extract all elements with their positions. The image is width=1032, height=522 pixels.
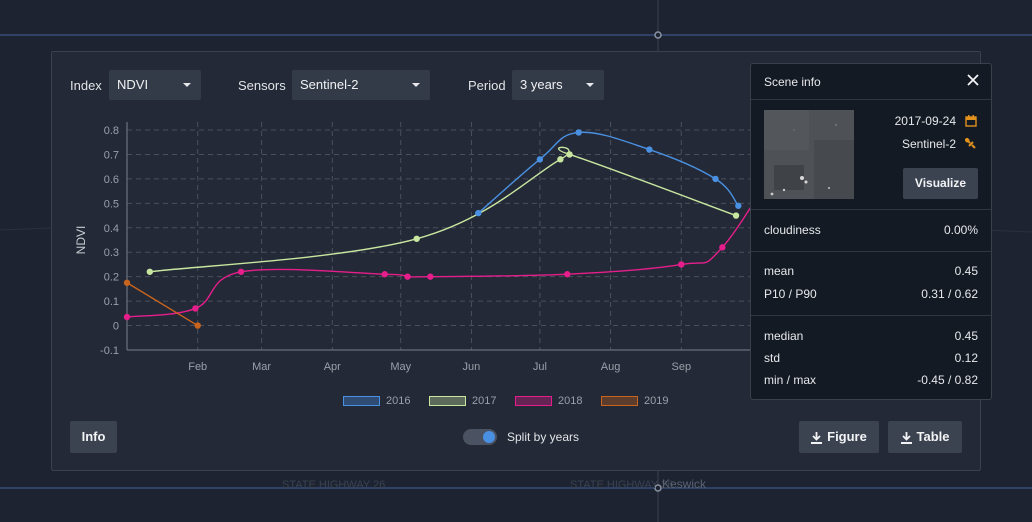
data-point-2018[interactable] [237, 268, 245, 275]
data-point-2016[interactable] [646, 146, 653, 153]
legend-label: 2017 [472, 395, 497, 407]
map-place-label: Keswick [662, 477, 707, 491]
data-point-2018[interactable] [123, 313, 131, 321]
split-by-years-toggle[interactable] [463, 429, 497, 445]
stat-minmax-value: -0.45 / 0.82 [917, 373, 978, 387]
y-tick-label: 0.4 [104, 223, 119, 235]
legend-swatch [515, 396, 552, 406]
download-table-label: Table [916, 429, 950, 444]
data-point-2018[interactable] [427, 273, 434, 280]
data-point-2019[interactable] [194, 322, 201, 329]
x-tick-label: Sep [671, 361, 691, 373]
series-line-2017 [149, 146, 737, 273]
data-point-2017[interactable] [146, 268, 154, 275]
legend-label: 2018 [558, 395, 583, 407]
x-tick-label: Jun [463, 361, 481, 373]
data-point-2017[interactable] [732, 212, 740, 219]
divider [751, 315, 991, 316]
y-tick-label: 0 [113, 321, 119, 333]
y-tick-label: 0.8 [104, 125, 119, 137]
map-road-label: STATE HIGHWAY 26 [282, 479, 386, 491]
satellite-icon [965, 138, 976, 149]
legend-swatch [343, 396, 380, 406]
y-tick-label: 0.5 [104, 198, 119, 210]
divider [751, 251, 991, 252]
scene-info-title: Scene info [764, 75, 821, 89]
y-tick-label: 0.1 [104, 296, 119, 308]
data-point-2017[interactable] [566, 151, 573, 158]
y-tick-label: -0.1 [100, 345, 119, 357]
calendar-icon [965, 115, 977, 127]
download-table-button[interactable]: Table [888, 421, 962, 453]
data-point-2016[interactable] [575, 129, 582, 136]
x-tick-label: Feb [188, 361, 207, 373]
y-tick-label: 0.6 [104, 174, 119, 186]
x-tick-label: Mar [252, 361, 271, 373]
data-point-2018[interactable] [564, 271, 571, 278]
data-point-2018[interactable] [719, 244, 726, 251]
data-point-2016[interactable] [536, 156, 544, 163]
info-button[interactable]: Info [70, 421, 117, 453]
x-tick-label: Aug [601, 361, 621, 373]
data-point-2016[interactable] [475, 209, 482, 217]
stat-minmax-label: min / max [764, 373, 817, 387]
legend-label: 2019 [644, 395, 669, 407]
download-icon [900, 431, 912, 444]
x-tick-label: Jul [533, 361, 547, 373]
stat-std-value: 0.12 [954, 351, 978, 365]
close-icon[interactable] [965, 72, 981, 88]
divider [751, 99, 991, 100]
x-tick-label: Apr [324, 361, 341, 373]
legend-swatch [601, 396, 638, 406]
stat-percentile-label: P10 / P90 [764, 287, 817, 301]
legend-swatch [429, 396, 466, 406]
scene-date: 2017-09-24 [894, 114, 956, 128]
scene-info-popup: Scene info 2017-09-24 Sentinel-2 Visuali… [750, 63, 992, 400]
toggle-knob [483, 431, 495, 443]
data-point-2019[interactable] [123, 279, 131, 286]
y-tick-label: 0.2 [104, 272, 119, 284]
y-tick-label: 0.7 [104, 149, 119, 161]
visualize-button[interactable]: Visualize [903, 168, 978, 199]
legend-label: 2016 [386, 395, 411, 407]
map-road-label: STATE HIGHWAY 26 [570, 479, 674, 491]
download-figure-label: Figure [827, 429, 867, 444]
download-figure-button[interactable]: Figure [799, 421, 879, 453]
data-point-2018[interactable] [404, 273, 411, 280]
series-line-2019 [126, 282, 199, 327]
scene-sensor: Sentinel-2 [901, 137, 956, 151]
divider [751, 209, 991, 210]
stat-mean-label: mean [764, 264, 795, 278]
stat-mean-value: 0.45 [954, 264, 978, 278]
data-point-2017[interactable] [557, 156, 564, 163]
stat-median-label: median [764, 329, 804, 343]
x-tick-label: May [390, 361, 411, 373]
y-axis-title: NDVI [74, 226, 88, 255]
data-point-2017[interactable] [413, 235, 420, 242]
stat-median-value: 0.45 [954, 329, 978, 343]
stat-cloudiness-label: cloudiness [764, 223, 821, 237]
stat-cloudiness-value: 0.00% [943, 223, 978, 237]
stat-std-label: std [764, 351, 781, 365]
data-point-2018[interactable] [678, 261, 685, 268]
download-icon [811, 431, 823, 444]
data-point-2016[interactable] [735, 202, 742, 209]
data-point-2016[interactable] [712, 175, 719, 183]
data-point-2018[interactable] [192, 305, 199, 312]
series-line-2016 [477, 131, 739, 214]
split-by-years-label: Split by years [507, 430, 580, 444]
scene-thumbnail[interactable] [764, 110, 854, 199]
y-tick-label: 0.3 [104, 247, 119, 259]
stat-percentile-value: 0.31 / 0.62 [921, 287, 978, 301]
data-point-2018[interactable] [381, 271, 388, 278]
